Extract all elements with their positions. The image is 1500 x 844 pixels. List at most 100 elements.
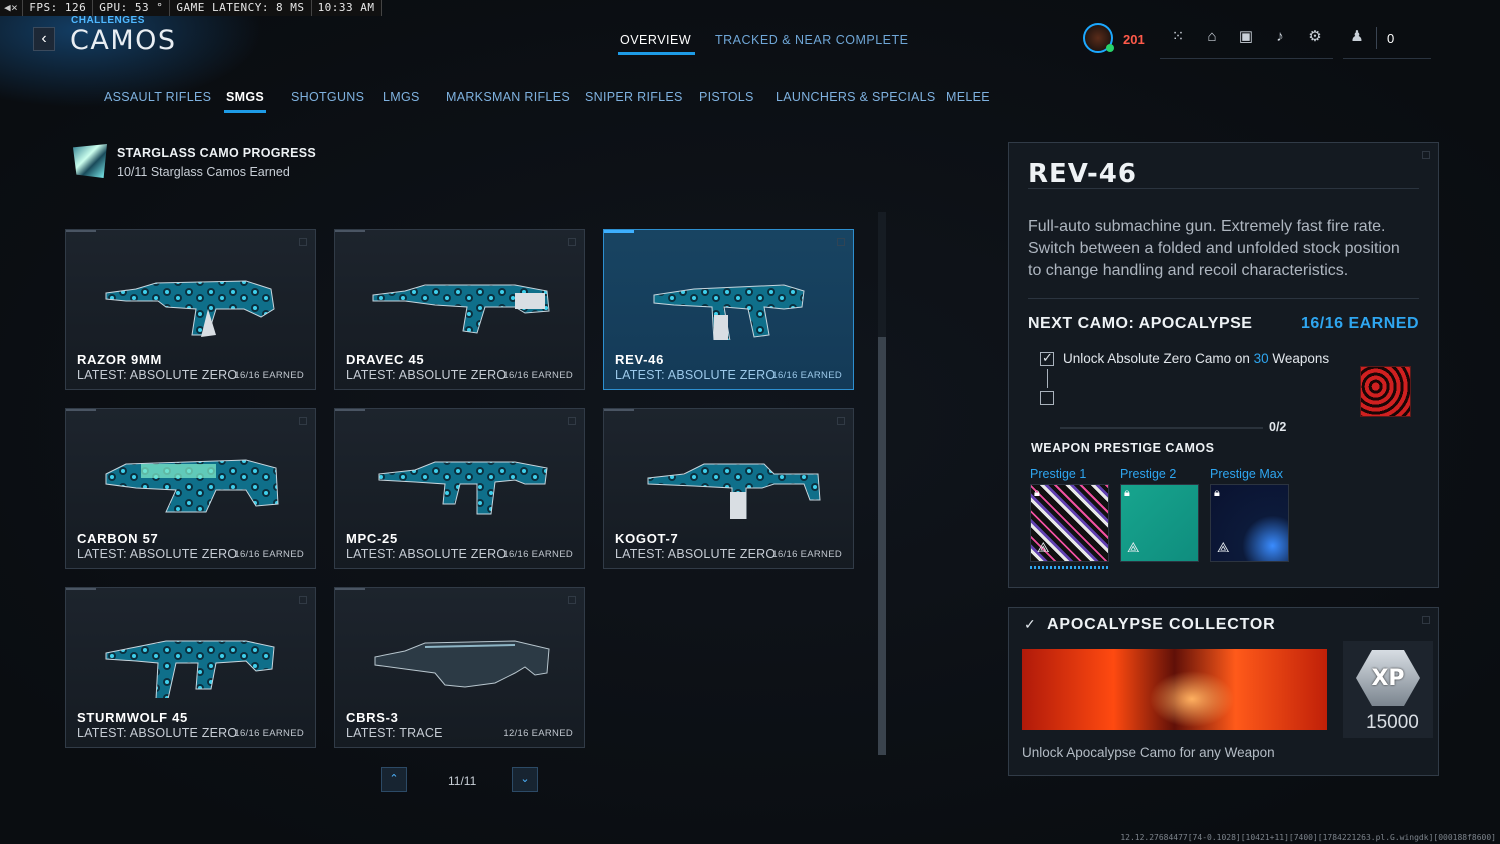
weapon-description: Full-auto submachine gun. Extremely fast… [1028,218,1400,279]
card-corner-mark [299,596,307,604]
reward-calling-card-image [1022,649,1327,730]
back-button[interactable]: ‹ [33,27,55,51]
notifications-bell-icon[interactable]: ♪ [1270,28,1290,46]
panel-corner-mark [1422,616,1430,624]
weapon-detail-title: REV-46 [1028,159,1137,189]
latency-readout: GAME LATENCY: 8 MS [170,0,312,16]
weapon-earned-count: 16/16 EARNED [234,370,304,381]
prestige-max-camo[interactable]: 🔒︎ ⟁ [1210,484,1289,562]
weapon-earned-count: 16/16 EARNED [772,370,842,381]
barracks-icon[interactable]: ▣ [1236,28,1256,46]
weapon-image-kogot-7 [647,463,821,519]
category-launchers-specials[interactable]: LAUNCHERS & SPECIALS [776,90,936,104]
weapon-card-sturmwolf-45[interactable]: STURMWOLF 45 LATEST: ABSOLUTE ZERO 16/16… [65,587,316,748]
toolbar-separator [1376,27,1377,49]
apocalypse-camo-thumbnail[interactable] [1360,366,1411,417]
category-marksman-rifles[interactable]: MARKSMAN RIFLES [446,90,570,104]
page-indicator: 11/11 [448,774,477,788]
weapon-card-cbrs-3[interactable]: CBRS-3 LATEST: TRACE 12/16 EARNED [334,587,585,748]
tab-overview[interactable]: OVERVIEW [617,33,696,55]
weapon-image-rev-46 [653,284,805,340]
card-corner-mark [837,417,845,425]
weapon-name: CBRS-3 [346,710,399,725]
social-divider [1343,58,1431,59]
card-corner-mark [568,596,576,604]
weapon-name: RAZOR 9MM [77,352,163,367]
weapon-latest-camo: LATEST: ABSOLUTE ZERO [77,726,238,740]
category-smgs[interactable]: SMGS [223,90,267,113]
page-up-button[interactable]: ⌃ [381,767,407,792]
weapon-latest-camo: LATEST: TRACE [346,726,443,740]
clock-readout: 10:33 AM [312,0,382,16]
lock-icon: 🔒︎ [1124,487,1130,499]
weapon-image-mpc-25 [378,461,548,515]
settings-gear-icon[interactable]: ⚙ [1305,28,1325,46]
weapon-card-rev-46[interactable]: REV-46 LATEST: ABSOLUTE ZERO 16/16 EARNE… [603,229,854,390]
panel-corner-mark [1422,151,1430,159]
category-pistols[interactable]: PISTOLS [699,90,754,104]
weapon-card-dravec-45[interactable]: DRAVEC 45 LATEST: ABSOLUTE ZERO 16/16 EA… [334,229,585,390]
reward-description: Unlock Apocalypse Camo for any Weapon [1022,745,1275,760]
store-icon[interactable]: ⌂ [1202,28,1222,46]
weapon-card-razor-9mm[interactable]: RAZOR 9MM LATEST: ABSOLUTE ZERO 16/16 EA… [65,229,316,390]
card-corner-mark [837,238,845,246]
weapon-latest-camo: LATEST: ABSOLUTE ZERO [615,368,776,382]
lock-icon: 🔒︎ [1214,487,1220,499]
weapon-earned-count: 16/16 EARNED [234,549,304,560]
fps-readout: FPS: 126 [23,0,94,16]
progress-title: STARGLASS CAMO PROGRESS [117,146,317,160]
player-emblem-icon[interactable] [1083,23,1114,53]
tab-tracked-near-complete[interactable]: TRACKED & NEAR COMPLETE [715,33,908,47]
weapon-earned-count: 16/16 EARNED [503,370,573,381]
gpu-readout: GPU: 53 ° [93,0,171,16]
card-corner-mark [299,417,307,425]
weapon-image-dravec-45 [372,284,550,334]
social-icon[interactable]: ♟ [1347,28,1367,46]
category-shotguns[interactable]: SHOTGUNS [291,90,364,104]
weapon-image-cbrs-3 [374,640,550,688]
prestige-camos-title: WEAPON PRESTIGE CAMOS [1031,441,1215,455]
weapon-name: MPC-25 [346,531,398,546]
weapon-card-kogot-7[interactable]: KOGOT-7 LATEST: ABSOLUTE ZERO 16/16 EARN… [603,408,854,569]
next-camo-earned: 16/16 EARNED [1300,315,1419,332]
next-camo-label: NEXT CAMO: APOCALYPSE [1028,315,1253,332]
weapon-name: REV-46 [615,352,665,367]
prestige-1-camo[interactable]: 🔒︎ ⟁ [1030,484,1109,562]
weapon-name: KOGOT-7 [615,531,679,546]
xp-reward-value: 15000 [1366,712,1419,733]
weapon-latest-camo: LATEST: ABSOLUTE ZERO [77,368,238,382]
weapon-name: STURMWOLF 45 [77,710,188,725]
page-title: CAMOS [70,25,177,56]
category-lmgs[interactable]: LMGS [383,90,420,104]
weapon-earned-count: 16/16 EARNED [234,728,304,739]
prestige-icon: ⟁ [1127,539,1140,555]
requirement-text: Unlock Absolute Zero Camo on 30 Weapons [1063,351,1330,366]
starglass-camo-icon [73,144,107,178]
weapon-latest-camo: LATEST: ABSOLUTE ZERO [615,547,776,561]
category-melee[interactable]: MELEE [946,90,990,104]
apps-grid-icon[interactable]: ⁙ [1168,28,1188,46]
title-divider [1028,188,1419,189]
weapon-name: CARBON 57 [77,531,159,546]
weapon-card-mpc-25[interactable]: MPC-25 LATEST: ABSOLUTE ZERO 16/16 EARNE… [334,408,585,569]
scrollbar-thumb[interactable] [878,337,886,755]
weapon-image-carbon-57 [105,459,279,513]
speaker-muted-icon: ◀× [0,0,24,16]
performance-overlay: ◀× FPS: 126 GPU: 53 ° GAME LATENCY: 8 MS… [0,0,382,16]
weapon-earned-count: 16/16 EARNED [772,549,842,560]
card-corner-mark [568,238,576,246]
weapon-name: DRAVEC 45 [346,352,425,367]
prestige-2-camo[interactable]: 🔒︎ ⟁ [1120,484,1199,562]
prestige-1-selection-bar [1030,566,1109,569]
category-assault-rifles[interactable]: ASSAULT RIFLES [104,90,211,104]
requirement-count: 30 [1253,351,1269,366]
desc-divider [1028,298,1419,299]
weapon-card-carbon-57[interactable]: CARBON 57 LATEST: ABSOLUTE ZERO 16/16 EA… [65,408,316,569]
category-sniper-rifles[interactable]: SNIPER RIFLES [585,90,683,104]
prestige-icon: ⟁ [1217,539,1230,555]
online-status-dot [1106,44,1114,52]
weapon-earned-count: 16/16 EARNED [503,549,573,560]
weapon-latest-camo: LATEST: ABSOLUTE ZERO [77,547,238,561]
page-down-button[interactable]: ⌄ [512,767,538,792]
cod-points-count: 201 [1123,32,1145,47]
